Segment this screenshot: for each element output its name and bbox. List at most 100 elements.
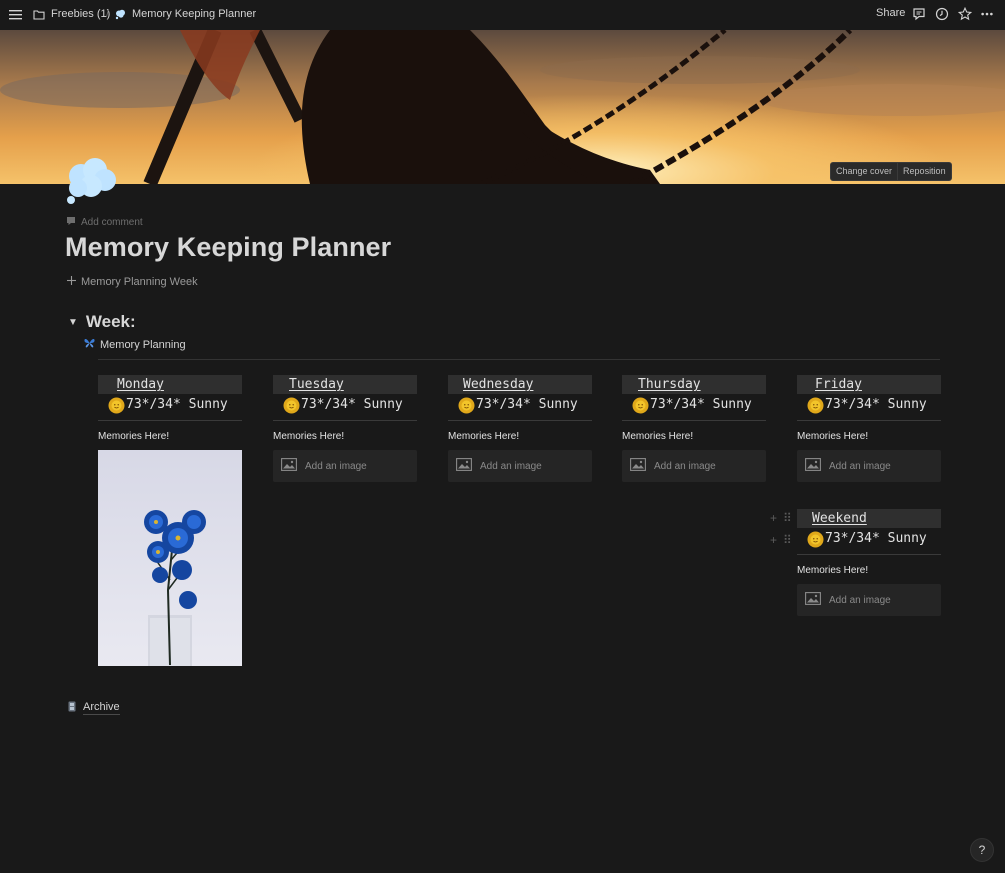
reposition-button[interactable]: Reposition <box>897 163 951 180</box>
sun-icon <box>807 531 824 548</box>
add-image-button[interactable]: Add an image <box>797 450 941 482</box>
weather-text: 73*/34* Sunny <box>825 397 927 412</box>
day-title[interactable]: Wednesday <box>448 375 592 394</box>
change-cover-button[interactable]: Change cover <box>831 163 897 180</box>
image-icon <box>805 592 821 608</box>
block-handles: + ⠿ <box>770 511 792 525</box>
weather-text: 73*/34* Sunny <box>126 397 228 412</box>
day-card-monday: Monday 73*/34* Sunny Memories Here! <box>98 375 242 666</box>
add-image-button[interactable]: Add an image <box>797 584 941 616</box>
day-card-friday: Friday 73*/34* Sunny Memories Here! Add … <box>797 375 941 482</box>
plus-icon[interactable]: + <box>770 511 777 525</box>
day-card-tuesday: Tuesday 73*/34* Sunny Memories Here! Add… <box>273 375 417 482</box>
butterfly-icon <box>84 338 95 351</box>
day-title[interactable]: Tuesday <box>273 375 417 394</box>
week-toggle[interactable]: ▼ Week: <box>68 312 136 332</box>
subpage-link[interactable]: Memory Planning Week <box>67 276 198 288</box>
archive-link[interactable]: Archive <box>68 701 120 715</box>
clock-history-icon[interactable] <box>935 7 949 21</box>
breadcrumb-parent[interactable]: Freebies (1) <box>33 8 110 20</box>
weather-line: 73*/34* Sunny <box>448 394 592 416</box>
breadcrumb-current-label: Memory Keeping Planner <box>132 8 257 20</box>
day-title[interactable]: Weekend <box>797 509 941 528</box>
weather-text: 73*/34* Sunny <box>476 397 578 412</box>
day-divider <box>797 554 941 555</box>
weather-text: 73*/34* Sunny <box>825 531 927 546</box>
memory-planning-link[interactable]: Memory Planning <box>84 338 186 351</box>
drag-handle-icon[interactable]: ⠿ <box>783 511 792 525</box>
breadcrumb-separator: / <box>106 8 110 20</box>
block-handles: + ⠿ <box>770 533 792 547</box>
memories-text[interactable]: Memories Here! <box>797 565 941 576</box>
week-heading: Week: <box>85 312 136 331</box>
add-image-button[interactable]: Add an image <box>622 450 766 482</box>
add-image-label: Add an image <box>829 594 891 606</box>
menu-icon[interactable] <box>9 8 22 21</box>
image-icon <box>805 458 821 474</box>
breadcrumb-parent-label: Freebies (1) <box>51 8 111 20</box>
cover-controls: Change cover Reposition <box>830 162 952 181</box>
add-image-button[interactable]: Add an image <box>448 450 592 482</box>
weather-text: 73*/34* Sunny <box>301 397 403 412</box>
weather-text: 73*/34* Sunny <box>650 397 752 412</box>
image-icon <box>281 458 297 474</box>
add-comment-label: Add comment <box>81 217 143 228</box>
top-bar: Freebies (1) / Memory Keeping Planner Sh… <box>0 0 1005 30</box>
day-card-wednesday: Wednesday 73*/34* Sunny Memories Here! A… <box>448 375 592 482</box>
thought-bubble-icon <box>115 9 126 20</box>
add-image-label: Add an image <box>654 460 716 472</box>
day-title[interactable]: Thursday <box>622 375 766 394</box>
day-divider <box>273 420 417 421</box>
cover-image <box>0 30 1005 184</box>
page-title[interactable]: Memory Keeping Planner <box>65 232 391 263</box>
subpage-link-label: Memory Planning Week <box>81 276 198 288</box>
day-title[interactable]: Monday <box>98 375 242 394</box>
film-icon <box>68 701 76 715</box>
image-icon <box>630 458 646 474</box>
memory-planning-label: Memory Planning <box>100 338 186 351</box>
archive-label: Archive <box>83 701 120 715</box>
drag-handle-icon[interactable]: ⠿ <box>783 533 792 547</box>
weather-line: 73*/34* Sunny <box>797 528 941 550</box>
day-divider <box>622 420 766 421</box>
day-card-thursday: Thursday 73*/34* Sunny Memories Here! Ad… <box>622 375 766 482</box>
sun-icon <box>458 397 475 414</box>
folder-icon <box>33 9 45 20</box>
memories-text[interactable]: Memories Here! <box>448 431 592 442</box>
add-image-button[interactable]: Add an image <box>273 450 417 482</box>
comment-icon <box>66 216 76 229</box>
day-title[interactable]: Friday <box>797 375 941 394</box>
sun-icon <box>283 397 300 414</box>
weather-line: 73*/34* Sunny <box>273 394 417 416</box>
help-button[interactable]: ? <box>970 838 994 862</box>
sun-icon <box>807 397 824 414</box>
add-image-label: Add an image <box>829 460 891 472</box>
weather-line: 73*/34* Sunny <box>622 394 766 416</box>
breadcrumb-current[interactable]: Memory Keeping Planner <box>115 8 256 20</box>
star-icon[interactable] <box>958 7 972 21</box>
add-image-label: Add an image <box>305 460 367 472</box>
blue-flower-photo[interactable] <box>98 450 242 666</box>
day-divider <box>448 420 592 421</box>
day-card-weekend: Weekend 73*/34* Sunny Memories Here! Add… <box>797 509 941 616</box>
memories-text[interactable]: Memories Here! <box>797 431 941 442</box>
plus-icon <box>67 276 76 288</box>
thought-bubble-icon[interactable] <box>63 156 119 208</box>
day-divider <box>797 420 941 421</box>
weather-line: 73*/34* Sunny <box>98 394 242 416</box>
plus-icon[interactable]: + <box>770 533 777 547</box>
memories-text[interactable]: Memories Here! <box>98 431 242 442</box>
sun-icon <box>632 397 649 414</box>
divider <box>98 359 940 360</box>
memories-text[interactable]: Memories Here! <box>273 431 417 442</box>
triangle-down-icon[interactable]: ▼ <box>68 317 78 328</box>
sun-icon <box>108 397 125 414</box>
add-image-label: Add an image <box>480 460 542 472</box>
day-divider <box>98 420 242 421</box>
image-icon <box>456 458 472 474</box>
memories-text[interactable]: Memories Here! <box>622 431 766 442</box>
comment-icon[interactable] <box>912 7 926 21</box>
more-icon[interactable] <box>980 7 994 21</box>
add-comment-button[interactable]: Add comment <box>66 216 143 229</box>
share-button[interactable]: Share <box>876 7 905 19</box>
